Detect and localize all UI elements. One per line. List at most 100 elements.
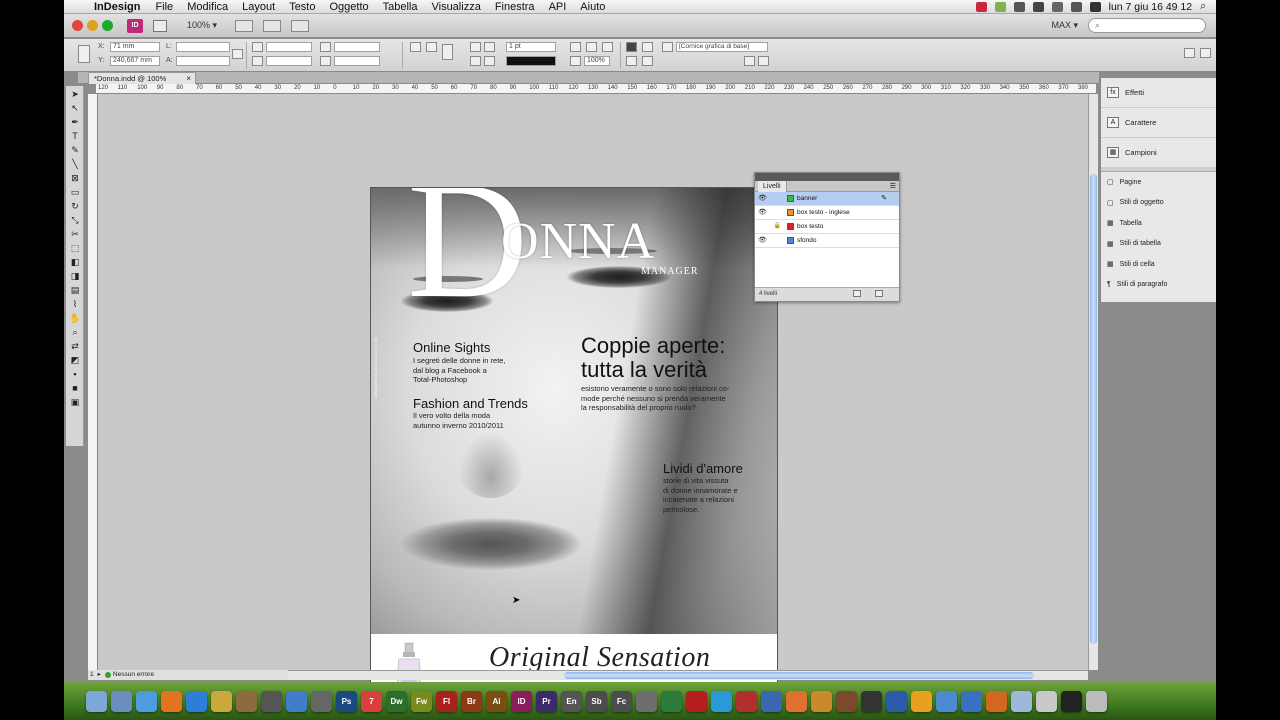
tray-sync-icon[interactable] (994, 1, 1006, 12)
menu-item-tabella[interactable]: Tabella (376, 1, 425, 13)
reference-point-icon[interactable] (78, 45, 90, 63)
dock-app-icon[interactable] (736, 690, 757, 712)
layer-row-3[interactable]: 👁 sfondo (755, 234, 899, 248)
swap-fill-stroke-icon[interactable]: ⇄ (68, 340, 82, 352)
pasteboard[interactable]: www.donna.it | anno 1 n.1 | € 3,00 D ONN… (98, 94, 1090, 709)
document-tab[interactable]: *Donna.indd @ 100% × (88, 72, 196, 84)
dock-app-icon[interactable] (961, 690, 982, 712)
page-nav-icon[interactable]: ▸ (98, 670, 101, 680)
layer-visibility-icon[interactable]: 👁 (758, 236, 767, 245)
fill-stroke-swatch-icon[interactable]: ◩ (68, 354, 82, 366)
dock-app-icon[interactable] (1036, 690, 1057, 712)
dock-app-icon[interactable] (1086, 690, 1107, 712)
rectangle-tool-icon[interactable]: ▭ (68, 186, 82, 198)
vertical-ruler[interactable] (88, 94, 98, 670)
rectangle-frame-tool-icon[interactable]: ⊠ (68, 172, 82, 184)
dock-app-icon[interactable]: Dw (386, 690, 407, 712)
dock-app-icon[interactable] (761, 690, 782, 712)
close-tab-icon[interactable]: × (186, 73, 191, 84)
align-left-icon[interactable] (626, 42, 637, 52)
rotate-icon[interactable] (320, 42, 331, 52)
menu-item-layout[interactable]: Layout (235, 1, 282, 13)
panel-tabella[interactable]: ▦ Tabella (1101, 213, 1216, 234)
zoom-window-icon[interactable] (102, 20, 113, 31)
dock-app-icon[interactable]: Fw (411, 690, 432, 712)
headline-online-sights[interactable]: Online Sights (413, 340, 490, 355)
document-page[interactable]: www.donna.it | anno 1 n.1 | € 3,00 D ONN… (370, 187, 778, 709)
minimize-window-icon[interactable] (87, 20, 98, 31)
zoom-tool-icon[interactable]: ⌕ (68, 326, 82, 338)
rotation-field[interactable] (334, 42, 380, 52)
vertical-scroll-thumb[interactable] (1090, 174, 1097, 644)
dock-app-icon[interactable] (311, 690, 332, 712)
tray-battery-icon[interactable] (1089, 1, 1101, 12)
dock-app-icon[interactable] (811, 690, 832, 712)
scale-y-icon[interactable] (252, 56, 263, 66)
masthead-onna[interactable]: ONNA (501, 212, 655, 271)
quick-apply-icon[interactable] (1184, 48, 1195, 58)
fit-frame-icon[interactable] (586, 42, 597, 52)
help-search-input[interactable]: ⌕ (1088, 18, 1206, 33)
note-tool-icon[interactable]: ▤ (68, 284, 82, 296)
dock-app-icon[interactable] (911, 690, 932, 712)
dock-app-icon[interactable]: Ai (486, 690, 507, 712)
layer-row-1[interactable]: 👁 box testo - inglese (755, 206, 899, 220)
tray-time-machine-icon[interactable] (1013, 1, 1025, 12)
flip-horizontal-icon[interactable] (470, 42, 481, 52)
body-lividi-amore[interactable]: storie di vita vissuta di donne innamora… (663, 476, 738, 514)
layer-visibility-icon[interactable]: 👁 (758, 208, 767, 217)
new-layer-icon[interactable] (853, 290, 861, 297)
dock-app-icon[interactable]: Ps (336, 690, 357, 712)
dock-app-icon[interactable]: Pr (536, 690, 557, 712)
view-options-icon[interactable] (235, 19, 254, 32)
free-transform-tool-icon[interactable]: ⬚ (68, 242, 82, 254)
dock-app-icon[interactable] (211, 690, 232, 712)
dock-app-icon[interactable] (286, 690, 307, 712)
layer-lock-icon[interactable] (773, 194, 782, 203)
panel-pagine[interactable]: ▢ Pagine (1101, 172, 1216, 193)
line-tool-icon[interactable]: ╲ (68, 158, 82, 170)
dock-app-icon[interactable] (86, 690, 107, 712)
menu-item-oggetto[interactable]: Oggetto (322, 1, 375, 13)
menu-item-finestra[interactable]: Finestra (488, 1, 542, 13)
body-coppie-aperte[interactable]: esistono veramente o sono solo relazioni… (581, 384, 729, 413)
panel-menu-icon[interactable]: ☰ (890, 181, 896, 192)
layer-lock-icon[interactable]: 🔒 (773, 222, 782, 231)
layer-lock-icon[interactable] (773, 208, 782, 217)
dock-app-icon[interactable] (861, 690, 882, 712)
flip-vertical-icon[interactable] (484, 42, 495, 52)
stroke-weight-field[interactable]: 1 pt (506, 42, 556, 52)
arrange-documents-icon[interactable] (291, 19, 310, 32)
scale-x-icon[interactable] (252, 42, 263, 52)
menu-item-api[interactable]: API (542, 1, 574, 13)
normal-view-icon[interactable]: ■ (68, 382, 82, 394)
width-field[interactable] (176, 42, 230, 52)
preflight-status[interactable]: Nessun errore (104, 670, 154, 680)
apply-color-icon[interactable]: ▪ (68, 368, 82, 380)
dock-app-icon[interactable]: Fc (611, 690, 632, 712)
scale-x-field[interactable] (266, 42, 312, 52)
redefine-style-icon[interactable] (758, 56, 769, 66)
distribute-icon[interactable] (642, 56, 653, 66)
selection-tool-icon[interactable]: ➤ (68, 88, 82, 100)
scale-y-field[interactable] (266, 56, 312, 66)
gradient-tool-icon[interactable]: ◧ (68, 256, 82, 268)
menu-item-visualizza[interactable]: Visualizza (424, 1, 487, 13)
body-fashion-trends[interactable]: Il vero volto della moda autunno inverno… (413, 411, 504, 430)
dock-app-icon[interactable] (936, 690, 957, 712)
dock-app-icon[interactable] (136, 690, 157, 712)
stroke-type-select[interactable] (506, 56, 556, 66)
tray-volume-icon[interactable] (1070, 1, 1082, 12)
preview-mode-icon[interactable]: ▣ (68, 396, 82, 408)
dock-app-icon[interactable] (686, 690, 707, 712)
bridge-icon[interactable] (153, 19, 167, 32)
dock-app-icon[interactable] (186, 690, 207, 712)
dock-app-icon[interactable]: 7 (361, 690, 382, 712)
clear-overrides-icon[interactable] (744, 56, 755, 66)
panel-campioni[interactable]: ▦ Campioni (1101, 138, 1216, 168)
effects-fx-icon[interactable] (602, 42, 613, 52)
dock-app-icon[interactable] (636, 690, 657, 712)
layer-visibility-icon[interactable] (758, 222, 767, 231)
layer-visibility-icon[interactable]: 👁 (758, 194, 767, 203)
object-style-icon[interactable] (662, 42, 673, 52)
